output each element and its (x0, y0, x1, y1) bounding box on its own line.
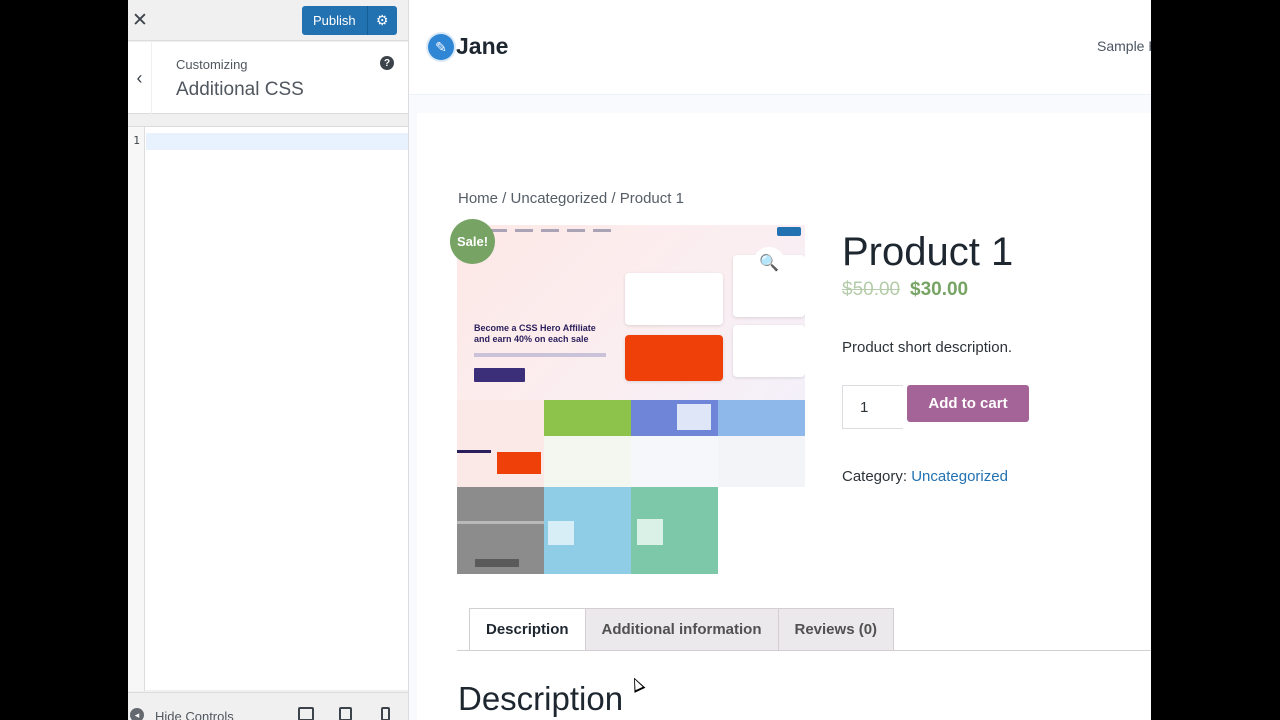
mock-cta (474, 368, 525, 382)
desktop-icon[interactable] (298, 707, 314, 720)
active-line[interactable] (146, 133, 408, 150)
product-main-image[interactable]: Become a CSS Hero Affiliate and earn 40%… (457, 225, 805, 400)
mock-subtext (474, 353, 606, 357)
mock-card (733, 325, 805, 377)
breadcrumb[interactable]: Home / Uncategorized / Product 1 (458, 190, 684, 207)
sale-badge: Sale! (450, 219, 495, 264)
add-to-cart-button[interactable]: Add to cart (907, 385, 1029, 422)
gallery-thumbnail[interactable] (544, 400, 631, 487)
magnifier-icon[interactable]: 🔍 (753, 247, 785, 279)
product-content: Home / Uncategorized / Product 1 Become … (417, 113, 1151, 720)
section-header: ‹ Customizing Additional CSS ? (128, 42, 408, 114)
product-category: Category: Uncategorized (842, 468, 1008, 485)
description-heading: Description (458, 680, 624, 717)
gallery-thumbnail[interactable] (631, 487, 718, 574)
chevron-left-icon[interactable]: ‹ (128, 42, 152, 114)
tab-divider (457, 650, 1151, 651)
publish-group: Publish ⚙ (302, 6, 397, 35)
product-title: Product 1 (842, 230, 1014, 274)
customizing-label: Customizing (176, 57, 248, 72)
css-code-editor[interactable]: 1 (128, 126, 408, 691)
gallery-headline: Become a CSS Hero Affiliate and earn 40%… (474, 323, 596, 344)
line-number: 1 (133, 134, 140, 147)
publish-button[interactable]: Publish (302, 6, 367, 35)
price-old: $50.00 (842, 279, 901, 300)
tablet-icon[interactable] (339, 707, 352, 720)
mock-card (625, 273, 723, 325)
hide-controls-button[interactable]: Hide Controls (155, 709, 234, 720)
gallery-thumbnail[interactable] (457, 487, 544, 574)
hide-controls-icon[interactable]: ◂ (130, 708, 144, 720)
tab-additional-information[interactable]: Additional information (584, 608, 779, 651)
mock-nav (489, 229, 759, 235)
gear-icon[interactable]: ⚙ (366, 6, 397, 35)
mobile-icon[interactable] (381, 707, 390, 720)
site-preview: ✎ Jane Sample P Home / Uncategorized / P… (409, 0, 1151, 720)
customizer-header: ✕ Publish ⚙ (128, 0, 408, 41)
gallery-thumbnail[interactable] (457, 400, 544, 487)
price-new: $30.00 (910, 279, 969, 300)
site-title[interactable]: Jane (456, 33, 508, 60)
section-title: Additional CSS (176, 79, 304, 100)
tab-description[interactable]: Description (469, 608, 586, 651)
gallery-thumbnail[interactable] (631, 400, 718, 487)
help-icon[interactable]: ? (380, 56, 394, 70)
gallery-thumbnail[interactable] (544, 487, 631, 574)
mock-button (777, 227, 801, 236)
pen-icon[interactable]: ✎ (428, 34, 454, 60)
mock-card (625, 335, 723, 381)
tab-reviews[interactable]: Reviews (0) (777, 608, 895, 651)
site-header: ✎ Jane Sample P (409, 0, 1151, 95)
editor-gutter: 1 (128, 127, 145, 691)
category-label: Category: (842, 468, 908, 485)
category-link[interactable]: Uncategorized (911, 468, 1008, 485)
gallery-thumbnail[interactable] (718, 400, 805, 487)
customizer-footer: ◂ Hide Controls (128, 692, 408, 720)
short-description: Product short description. (842, 339, 1013, 356)
nav-item-sample-page[interactable]: Sample P (1097, 38, 1151, 54)
customizer-sidebar: ✕ Publish ⚙ ‹ Customizing Additional CSS… (128, 0, 409, 720)
screen: ✕ Publish ⚙ ‹ Customizing Additional CSS… (0, 0, 1280, 720)
product-gallery: Become a CSS Hero Affiliate and earn 40%… (450, 219, 805, 574)
quantity-input[interactable]: 1 (842, 385, 903, 429)
close-icon[interactable]: ✕ (128, 0, 152, 41)
product-tabs: Description Additional information Revie… (469, 608, 895, 651)
